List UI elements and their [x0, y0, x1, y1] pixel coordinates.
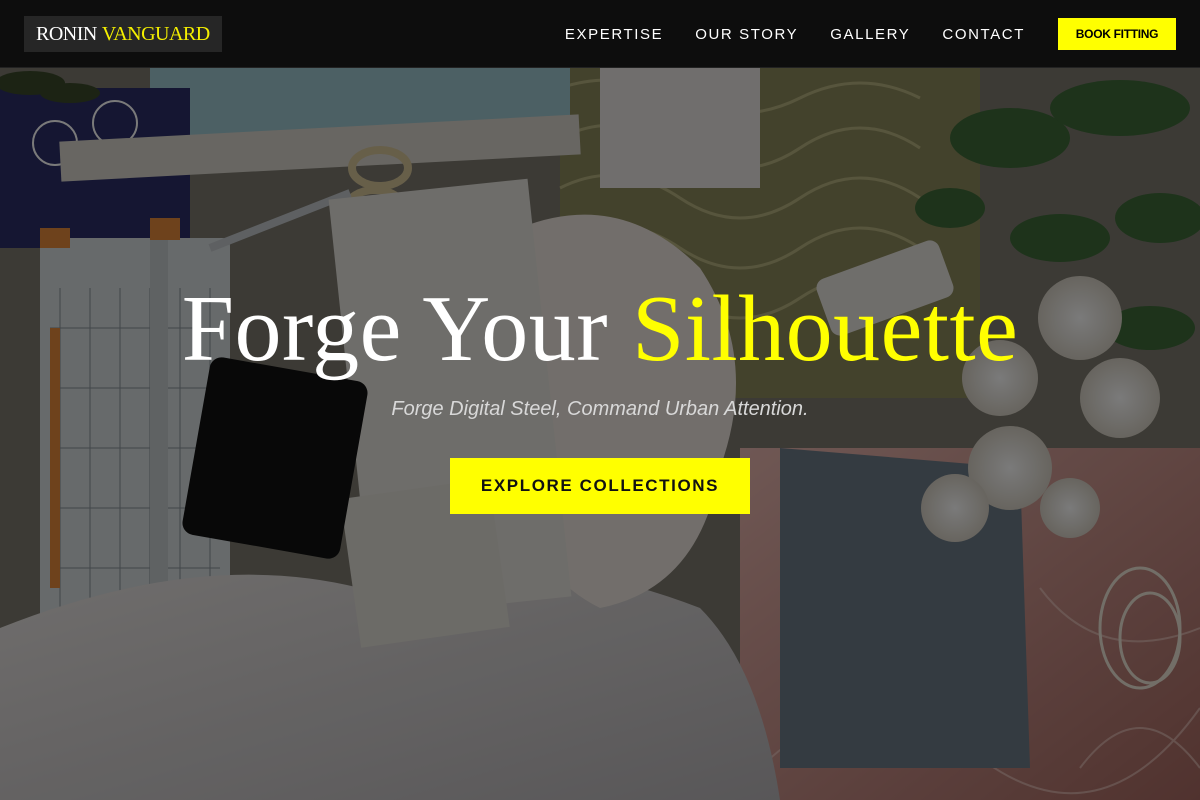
nav-link-our-story[interactable]: OUR STORY — [695, 26, 798, 43]
site-header: RONIN VANGUARD EXPERTISE OUR STORY GALLE… — [0, 0, 1200, 68]
brand-logo[interactable]: RONIN VANGUARD — [24, 16, 222, 52]
hero-headline-highlight: Silhouette — [632, 277, 1019, 381]
nav-link-contact[interactable]: CONTACT — [942, 26, 1025, 43]
main-nav: EXPERTISE OUR STORY GALLERY CONTACT — [565, 0, 1025, 68]
hero-headline-main: Forge Your — [181, 277, 609, 381]
explore-collections-button[interactable]: EXPLORE COLLECTIONS — [450, 458, 750, 514]
nav-link-gallery[interactable]: GALLERY — [830, 26, 910, 43]
hero-tagline: Forge Digital Steel, Command Urban Atten… — [391, 398, 809, 420]
hero-section: Forge Your Silhouette Forge Digital Stee… — [0, 68, 1200, 800]
landing-page: RONIN VANGUARD EXPERTISE OUR STORY GALLE… — [0, 0, 1200, 800]
book-fitting-button[interactable]: BOOK FITTING — [1058, 18, 1176, 50]
hero-content: Forge Your Silhouette Forge Digital Stee… — [0, 68, 1200, 800]
brand-name-accent: VANGUARD — [101, 22, 210, 45]
hero-headline: Forge Your Silhouette — [0, 282, 1200, 376]
brand-name: RONIN — [36, 22, 97, 45]
nav-link-expertise[interactable]: EXPERTISE — [565, 26, 663, 43]
